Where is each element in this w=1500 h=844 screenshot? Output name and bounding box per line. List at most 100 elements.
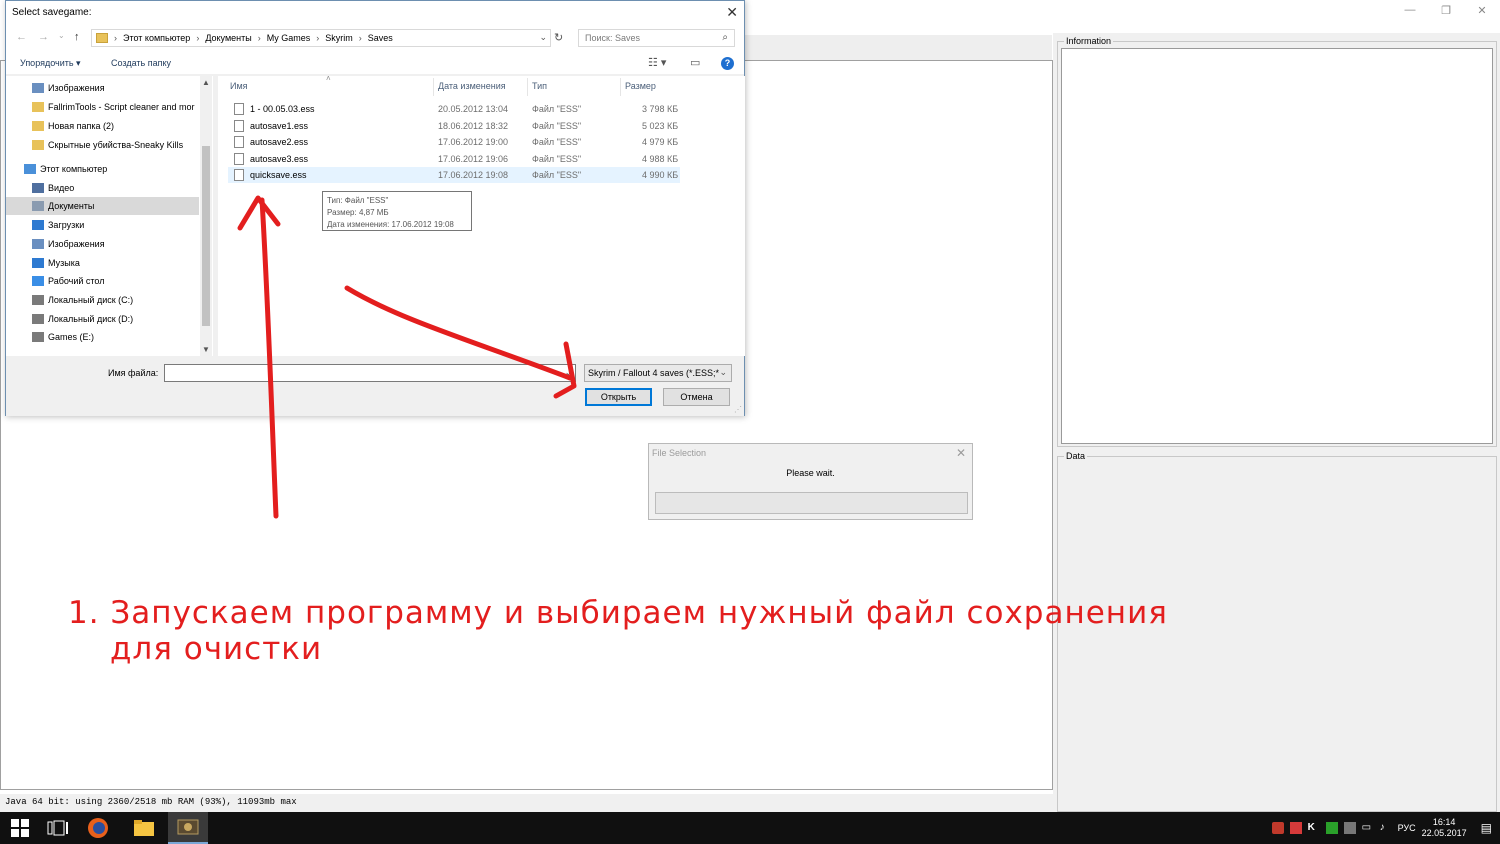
nav-item[interactable]: Изображения [6, 79, 199, 97]
file-row[interactable]: quicksave.ess 17.06.2012 19:08 Файл "ESS" 4… [228, 167, 680, 183]
nav-item[interactable]: FallrimTools - Script cleaner and mor [6, 98, 199, 116]
resize-grip-icon[interactable]: ⋰ [734, 405, 742, 414]
breadcrumb-item[interactable]: Этот компьютер [123, 33, 190, 43]
column-header-name[interactable]: Имя [230, 81, 248, 91]
nav-item[interactable]: Видео [6, 179, 199, 197]
close-icon[interactable]: ✕ [956, 446, 966, 460]
tray-app-icon[interactable] [1343, 822, 1356, 834]
network-icon[interactable]: ▭ [1362, 822, 1374, 834]
video-icon [32, 183, 44, 193]
refresh-icon[interactable]: ↻ [554, 31, 563, 44]
help-icon[interactable]: ? [721, 57, 734, 70]
breadcrumb-item[interactable]: Saves [368, 33, 393, 43]
cancel-button[interactable]: Отмена [663, 388, 730, 406]
folder-icon [32, 121, 44, 131]
file-row[interactable]: autosave2.ess 17.06.2012 19:00 Файл "ESS" 4… [228, 134, 680, 150]
nav-item[interactable]: Изображения [6, 235, 199, 253]
file-icon [234, 152, 244, 165]
recent-chevron-icon[interactable]: ⌄ [58, 31, 65, 40]
downloads-icon [32, 220, 44, 230]
file-date: 20.05.2012 13:04 [438, 104, 509, 114]
status-bar: Java 64 bit: using 2360/2518 mb RAM (93%… [0, 794, 1053, 812]
scroll-down-icon[interactable]: ▼ [202, 345, 210, 354]
up-arrow-icon[interactable]: ↑ [74, 31, 80, 43]
firefox-taskbar-button[interactable] [78, 812, 118, 844]
search-input[interactable]: Поиск: Saves ⌕ [578, 29, 735, 47]
new-folder-button[interactable]: Создать папку [111, 58, 171, 68]
chevron-down-icon[interactable]: ⌄ [539, 32, 547, 43]
task-view-button[interactable] [38, 812, 78, 844]
close-button[interactable]: ✕ [1464, 0, 1500, 20]
file-row[interactable]: autosave3.ess 17.06.2012 19:06 Файл "ESS" 4… [228, 151, 680, 167]
filename-input[interactable]: ⌄ [164, 364, 576, 382]
chevron-down-icon[interactable]: ⌄ [564, 367, 572, 378]
file-name: 1 - 00.05.03.ess [250, 104, 315, 114]
folder-icon [32, 102, 44, 112]
tray-k-icon[interactable]: K [1308, 822, 1320, 834]
address-bar[interactable]: › Этот компьютер › Документы › My Games … [91, 29, 551, 47]
open-button[interactable]: Открыть [585, 388, 652, 406]
nav-item[interactable]: Локальный диск (C:) [6, 291, 199, 309]
language-indicator[interactable]: РУС [1398, 823, 1416, 833]
file-date: 18.06.2012 18:32 [438, 120, 509, 131]
nav-item[interactable]: Музыка [6, 254, 199, 272]
nav-item[interactable]: Загрузки [6, 216, 199, 234]
file-tooltip: Тип: Файл "ESS" Размер: 4,87 МБ Дата изм… [322, 191, 472, 231]
annotation-line-1: 1. Запускаем программу и выбираем нужный… [68, 595, 1168, 631]
dialog-close-icon[interactable]: ✕ [726, 4, 738, 21]
clock[interactable]: 16:14 22.05.2017 [1422, 817, 1467, 839]
nav-item-label: Музыка [48, 258, 80, 268]
java-app-taskbar-button[interactable] [168, 812, 208, 844]
scroll-up-icon[interactable]: ▲ [202, 78, 210, 87]
notifications-icon[interactable]: ▤ [1481, 821, 1492, 835]
file-type-select[interactable]: Skyrim / Fallout 4 saves (*.ESS;* ⌄ [584, 364, 732, 382]
nav-item[interactable]: Локальный диск (D:) [6, 310, 199, 328]
minimize-button[interactable]: — [1392, 0, 1428, 20]
nav-item-label: FallrimTools - Script cleaner and mor [48, 102, 195, 112]
file-date: 17.06.2012 19:06 [438, 153, 509, 164]
nav-item-label: Изображения [48, 83, 105, 93]
preview-pane-icon[interactable]: ▭ [690, 56, 700, 69]
file-row[interactable]: autosave1.ess 18.06.2012 18:32 Файл "ESS" 5… [228, 118, 680, 134]
column-header-type[interactable]: Тип [532, 81, 547, 91]
file-row[interactable]: 1 - 00.05.03.ess 20.05.2012 13:04 Файл "ES… [228, 101, 680, 117]
nav-item[interactable]: Этот компьютер [6, 160, 199, 178]
nav-item[interactable]: Games (E:) [6, 328, 199, 346]
progress-dialog-title: File Selection [652, 448, 707, 458]
maximize-button[interactable]: ❐ [1428, 0, 1464, 20]
taskbar: K ▭ ♪ РУС 16:14 22.05.2017 ▤ [0, 812, 1500, 844]
volume-icon[interactable]: ♪ [1380, 822, 1392, 834]
system-tray: K ▭ ♪ РУС 16:14 22.05.2017 ▤ [1271, 812, 1500, 844]
chevron-down-icon: ⌄ [719, 367, 727, 377]
column-header-date[interactable]: Дата изменения [438, 81, 506, 91]
tray-app-icon[interactable] [1271, 822, 1284, 834]
drive-icon [32, 295, 44, 305]
computer-icon [24, 164, 36, 174]
right-panel: Information Data [1053, 33, 1500, 813]
column-header-size[interactable]: Размер [625, 81, 656, 91]
information-group: Information [1057, 36, 1497, 447]
nav-item[interactable]: Рабочий стол [6, 272, 199, 290]
back-arrow-icon[interactable]: ← [16, 31, 27, 43]
tray-nvidia-icon[interactable] [1325, 822, 1338, 834]
scrollbar-thumb[interactable] [202, 146, 210, 326]
organize-button[interactable]: Упорядочить ▾ [20, 58, 81, 69]
view-options-icon[interactable]: ☷ ▾ [648, 56, 666, 69]
nav-item[interactable]: Скрытные убийства-Sneaky Kills [6, 136, 199, 154]
nav-item[interactable]: Новая папка (2) [6, 117, 199, 135]
file-size: 4 979 КБ [642, 137, 679, 147]
information-pane[interactable] [1061, 48, 1493, 444]
breadcrumb-item[interactable]: My Games [267, 33, 311, 43]
start-button[interactable] [0, 812, 40, 844]
breadcrumb-item[interactable]: Документы [205, 33, 251, 43]
file-name: quicksave.ess [250, 170, 307, 180]
tray-app-icon[interactable] [1289, 822, 1302, 834]
navigation-pane: Games (E:) Локальный диск (D:) Локальный д… [6, 76, 213, 356]
nav-scrollbar[interactable]: ▲ ▼ [200, 76, 212, 356]
explorer-taskbar-button[interactable] [124, 812, 164, 844]
breadcrumb-item[interactable]: Skyrim [325, 33, 353, 43]
forward-arrow-icon[interactable]: → [38, 31, 49, 43]
nav-item[interactable]: Документы [6, 197, 199, 215]
nav-item-label: Рабочий стол [48, 276, 105, 286]
nav-item-label: Видео [48, 183, 75, 193]
